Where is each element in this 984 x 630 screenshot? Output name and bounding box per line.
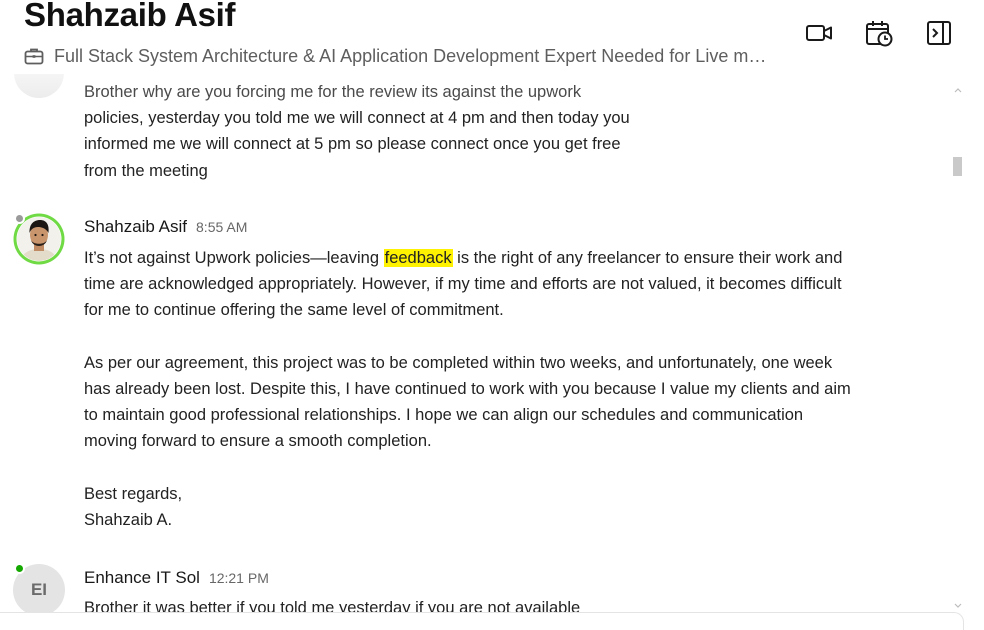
message-timestamp: 12:21 PM (208, 570, 269, 586)
message-line: It’s not against Upwork policies—leaving… (84, 249, 843, 267)
message-line: Best regards, (84, 484, 183, 503)
message-line: Shahzaib A. (84, 511, 173, 529)
message-line: has already been lost. Despite this, I h… (84, 380, 851, 398)
chat-window: Shahzaib Asif Full Stack System Architec… (0, 0, 984, 630)
video-call-button[interactable] (804, 18, 834, 48)
toggle-panel-button[interactable] (924, 18, 954, 48)
scroll-up-arrow[interactable] (953, 86, 963, 94)
presence-indicator (14, 213, 25, 224)
message-line: informed me we will connect at 5 pm so p… (84, 135, 621, 154)
message-line: for me to continue offering the same lev… (84, 301, 504, 320)
scrollbar-thumb[interactable] (953, 157, 962, 176)
message-line: As per our agreement, this project was t… (84, 353, 833, 372)
briefcase-icon (24, 48, 44, 65)
message-body: It’s not against Upwork policies—leaving… (84, 245, 924, 533)
chat-header: Shahzaib Asif Full Stack System Architec… (0, 0, 984, 74)
job-link[interactable]: Full Stack System Architecture & AI Appl… (24, 44, 772, 68)
scroll-down-arrow[interactable] (953, 602, 963, 610)
schedule-meeting-button[interactable] (864, 18, 894, 48)
message-line: policies, yesterday you told me we will … (84, 109, 630, 128)
message-timestamp: 8:55 AM (196, 219, 248, 235)
message-line: Brother why are you forcing me for the r… (84, 83, 582, 101)
calendar-clock-icon (866, 21, 893, 47)
contact-name[interactable]: Shahzaib Asif (24, 0, 236, 34)
sender-name[interactable]: Shahzaib Asif (84, 217, 187, 237)
message-feed[interactable]: Brother why are you forcing me for the r… (0, 74, 984, 614)
side-panel-icon (927, 21, 951, 45)
message-line: moving forward to ensure a smooth comple… (84, 432, 432, 451)
message-line: time are acknowledged appropriately. How… (84, 275, 842, 294)
message-header: Enhance IT Sol 12:21 PM (84, 568, 269, 588)
message-composer[interactable] (0, 612, 964, 630)
avatar (14, 74, 64, 98)
video-camera-icon (806, 25, 832, 41)
online-indicator (14, 563, 25, 574)
search-highlight: feedback (383, 249, 453, 267)
message-header: Shahzaib Asif 8:55 AM (84, 217, 247, 237)
job-title[interactable]: Full Stack System Architecture & AI Appl… (54, 46, 772, 67)
message-body: Brother why are you forcing me for the r… (84, 79, 630, 184)
message-line: from the meeting (84, 161, 208, 180)
sender-name[interactable]: Enhance IT Sol (84, 568, 200, 588)
message-line: to maintain good professional relationsh… (84, 406, 804, 425)
